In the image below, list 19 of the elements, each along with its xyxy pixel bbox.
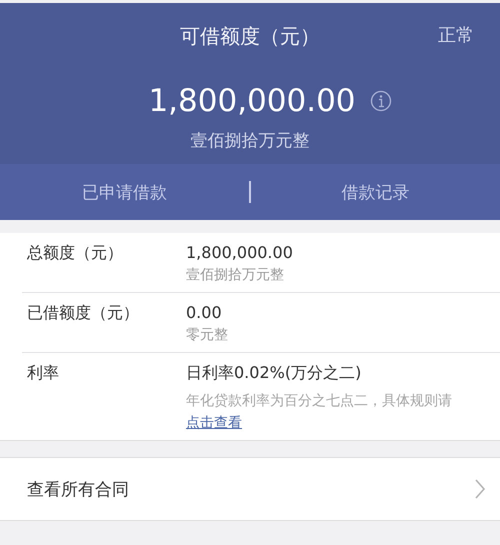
contracts-row[interactable]: 查看所有合同 bbox=[0, 457, 500, 521]
detail-label: 利率 bbox=[27, 363, 60, 384]
status-label: 正常 bbox=[438, 24, 474, 47]
detail-subtext: 壹佰捌拾万元整 bbox=[186, 266, 285, 284]
detail-label: 已借额度（元） bbox=[27, 303, 140, 324]
amount-in-words: 壹佰捌拾万元整 bbox=[190, 130, 310, 152]
detail-value: 1,800,000.00 bbox=[186, 243, 293, 262]
tab[interactable]: 已申请借款 bbox=[0, 180, 250, 204]
detail-subtext: 零元整 bbox=[186, 326, 228, 344]
info-icon[interactable] bbox=[370, 90, 392, 112]
credit-amount: 1,800,000.00 bbox=[148, 83, 356, 119]
tab[interactable]: 借款记录 bbox=[250, 180, 500, 204]
detail-label: 总额度（元） bbox=[27, 243, 124, 264]
detail-value: 0.00 bbox=[186, 303, 223, 322]
header-title: 可借额度（元） bbox=[180, 23, 320, 50]
view-link[interactable]: 点击查看 bbox=[186, 415, 242, 431]
detail-value: 日利率0.02%(万分之二) bbox=[186, 363, 362, 384]
rate-note: 年化贷款利率为百分之七点二，具体规则请 点击查看 bbox=[186, 392, 453, 433]
chevron-icon bbox=[474, 478, 486, 500]
